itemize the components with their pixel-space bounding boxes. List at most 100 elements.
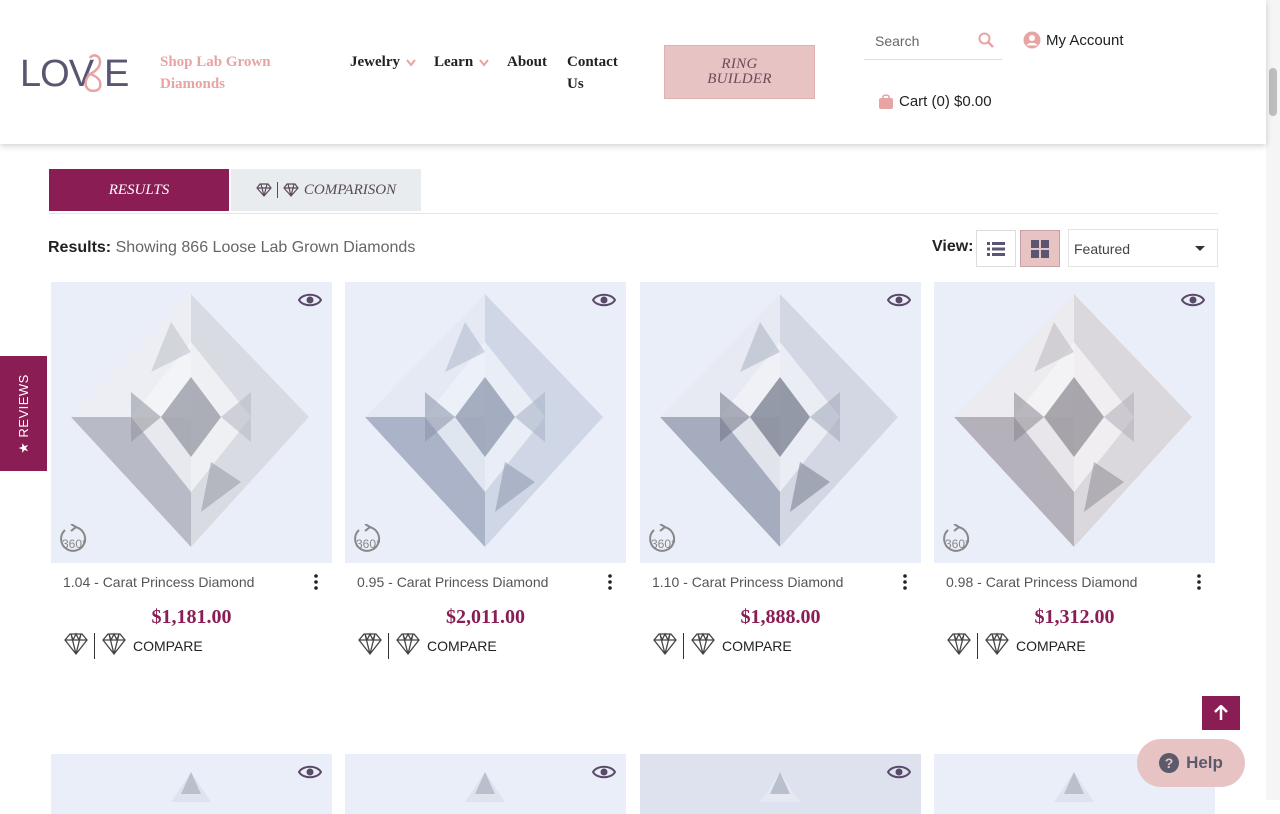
product-title[interactable]: 0.98 - Carat Princess Diamond bbox=[946, 574, 1137, 590]
product-image[interactable]: 360° bbox=[345, 282, 626, 563]
list-view-button[interactable] bbox=[976, 230, 1016, 267]
page-scrollbar[interactable] bbox=[1266, 0, 1280, 800]
svg-text:LOV: LOV bbox=[20, 53, 95, 94]
diamond-image bbox=[171, 772, 211, 802]
search-input[interactable] bbox=[875, 33, 975, 49]
compare-control[interactable]: COMPARE bbox=[652, 632, 792, 659]
diamond-image bbox=[71, 294, 309, 547]
rotate-360-icon[interactable]: 360° bbox=[648, 523, 680, 559]
tab-comparison[interactable]: COMPARISON bbox=[231, 169, 421, 211]
nav-learn[interactable]: Learn bbox=[434, 51, 489, 73]
search-icon[interactable] bbox=[978, 32, 994, 53]
diamond-icon bbox=[652, 632, 678, 659]
diamond-icon bbox=[256, 183, 272, 197]
product-image[interactable]: 360° bbox=[934, 282, 1215, 563]
diamond-icon bbox=[283, 183, 299, 197]
diamond-icon bbox=[984, 632, 1010, 659]
chevron-down-icon bbox=[405, 58, 416, 67]
product-title[interactable]: 1.04 - Carat Princess Diamond bbox=[63, 574, 254, 590]
tab-results[interactable]: RESULTS bbox=[49, 169, 229, 211]
diamond-image bbox=[660, 294, 898, 547]
search-box bbox=[864, 24, 1002, 60]
nav-label: Learn bbox=[434, 54, 474, 70]
eye-icon[interactable] bbox=[1180, 292, 1206, 313]
rotate-360-icon[interactable]: 360° bbox=[59, 523, 91, 559]
rotate-360-icon[interactable]: 360° bbox=[942, 523, 974, 559]
diamond-image bbox=[465, 772, 505, 802]
chevron-down-icon bbox=[479, 58, 489, 67]
compare-label[interactable]: COMPARE bbox=[133, 638, 203, 654]
user-icon bbox=[1023, 31, 1041, 49]
divider bbox=[49, 213, 1218, 214]
diamond-icon bbox=[63, 632, 89, 659]
kebab-menu-icon[interactable] bbox=[608, 574, 612, 595]
compare-label[interactable]: COMPARE bbox=[1016, 638, 1086, 654]
help-button[interactable]: ? Help bbox=[1137, 739, 1245, 787]
ring-builder-button[interactable]: RING BUILDER bbox=[664, 45, 815, 99]
svg-text:E: E bbox=[104, 53, 129, 94]
eye-icon[interactable] bbox=[297, 764, 323, 785]
diamond-icon bbox=[690, 632, 716, 659]
eye-icon[interactable] bbox=[886, 292, 912, 313]
kebab-menu-icon[interactable] bbox=[1197, 574, 1201, 595]
product-price: $2,011.00 bbox=[446, 606, 525, 628]
badge-360-label: 360° bbox=[62, 537, 87, 551]
eye-icon[interactable] bbox=[591, 764, 617, 785]
cart-icon bbox=[879, 94, 893, 109]
grid-view-button[interactable] bbox=[1020, 230, 1060, 267]
scrollbar-thumb[interactable] bbox=[1269, 68, 1277, 116]
product-price: $1,181.00 bbox=[151, 606, 232, 628]
my-account-link[interactable]: My Account bbox=[1023, 31, 1124, 49]
diamond-icon bbox=[357, 632, 383, 659]
compare-label[interactable]: COMPARE bbox=[427, 638, 497, 654]
tagline[interactable]: Shop Lab Grown Diamonds bbox=[160, 51, 300, 95]
nav-about[interactable]: About bbox=[507, 51, 547, 73]
compare-control[interactable]: COMPARE bbox=[946, 632, 1086, 659]
sort-select[interactable]: Featured bbox=[1068, 229, 1218, 267]
cart-label: Cart (0) $0.00 bbox=[899, 93, 992, 110]
results-label: Results: bbox=[48, 239, 112, 256]
rotate-360-icon[interactable]: 360° bbox=[353, 523, 385, 559]
results-count-text: Showing 866 Loose Lab Grown Diamonds bbox=[115, 239, 416, 256]
reviews-tab[interactable]: ★ REVIEWS bbox=[0, 356, 47, 471]
reviews-label: ★ REVIEWS bbox=[15, 373, 31, 454]
view-label: View: bbox=[932, 238, 974, 255]
eye-icon[interactable] bbox=[591, 292, 617, 313]
compare-control[interactable]: COMPARE bbox=[357, 632, 497, 659]
compare-control[interactable]: COMPARE bbox=[63, 632, 203, 659]
cart-link[interactable]: Cart (0) $0.00 bbox=[878, 93, 992, 110]
chevron-down-icon bbox=[1195, 246, 1205, 251]
site-header: LOV E Shop Lab Grown Diamonds Jewelry Le… bbox=[0, 0, 1266, 144]
nav-jewelry[interactable]: Jewelry bbox=[350, 51, 416, 73]
scroll-to-top-button[interactable] bbox=[1202, 696, 1240, 730]
eye-icon[interactable] bbox=[297, 292, 323, 313]
nav-contact[interactable]: Contact Us bbox=[567, 51, 627, 95]
eye-icon[interactable] bbox=[886, 764, 912, 785]
product-card-image[interactable] bbox=[345, 754, 626, 814]
badge-360-label: 360° bbox=[356, 537, 381, 551]
diamond-image bbox=[365, 294, 603, 547]
diamond-icon bbox=[395, 632, 421, 659]
product-title[interactable]: 1.10 - Carat Princess Diamond bbox=[652, 574, 843, 590]
product-card-image[interactable] bbox=[640, 754, 921, 814]
product-image[interactable]: 360° bbox=[640, 282, 921, 563]
product-card-image[interactable] bbox=[51, 754, 332, 814]
divider bbox=[94, 632, 95, 659]
results-summary: Results: Showing 866 Loose Lab Grown Dia… bbox=[48, 239, 415, 257]
product-image[interactable]: 360° bbox=[51, 282, 332, 563]
product-title[interactable]: 0.95 - Carat Princess Diamond bbox=[357, 574, 548, 590]
arrow-up-icon bbox=[1214, 705, 1228, 720]
grid-view-icon bbox=[1031, 239, 1049, 258]
badge-360-label: 360° bbox=[945, 537, 970, 551]
kebab-menu-icon[interactable] bbox=[314, 574, 318, 595]
kebab-menu-icon[interactable] bbox=[903, 574, 907, 595]
diamond-image bbox=[954, 294, 1192, 547]
logo[interactable]: LOV E bbox=[20, 50, 142, 95]
divider bbox=[977, 632, 978, 659]
diamond-icon bbox=[101, 632, 127, 659]
help-icon: ? bbox=[1159, 753, 1180, 773]
divider bbox=[276, 182, 278, 198]
diamond-image bbox=[760, 772, 800, 802]
list-view-icon bbox=[987, 241, 1005, 256]
compare-label[interactable]: COMPARE bbox=[722, 638, 792, 654]
